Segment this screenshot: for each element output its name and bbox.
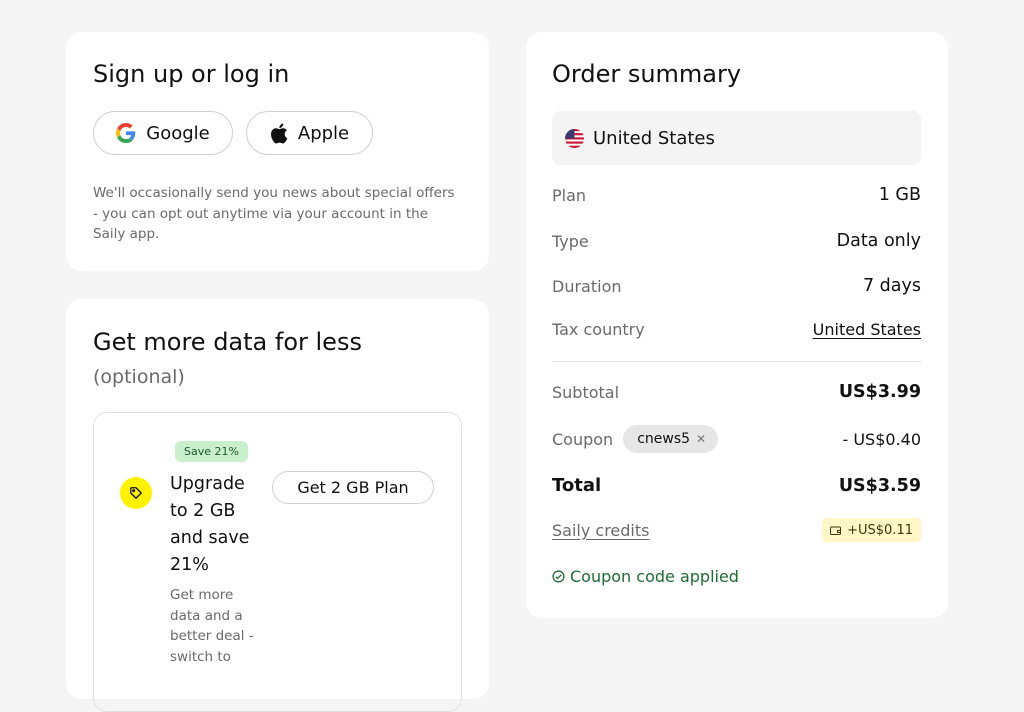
upgrade-offer-card: Save 21% Upgrade to 2 GB and save 21% Ge… [93, 412, 462, 712]
duration-value: 7 days [862, 276, 921, 296]
coupon-chip: cnews5 ✕ [623, 425, 719, 453]
order-summary-card: Order summary United States Plan 1 GB Ty… [526, 32, 948, 618]
save-badge: Save 21% [175, 441, 248, 462]
plan-row: Plan 1 GB [552, 185, 921, 205]
tag-icon [130, 487, 142, 499]
coupon-row: Coupon cnews5 ✕ - US$0.40 [552, 425, 921, 453]
coupon-applied-message: Coupon code applied [552, 567, 739, 586]
upsell-title: Get more data for less [93, 328, 362, 356]
duration-row: Duration 7 days [552, 276, 921, 296]
google-icon [116, 123, 136, 143]
signup-title: Sign up or log in [93, 60, 290, 88]
apple-signin-button[interactable]: Apple [246, 111, 373, 155]
us-flag-icon [565, 128, 584, 148]
tax-country-row: Tax country United States [552, 320, 921, 339]
country-selector[interactable]: United States [552, 111, 921, 165]
credits-badge: +US$0.11 [822, 518, 921, 542]
duration-label: Duration [552, 276, 622, 296]
order-summary-title: Order summary [552, 60, 742, 88]
subtotal-label: Subtotal [552, 382, 620, 402]
apple-icon [270, 123, 288, 143]
upsell-card: Get more data for less (optional) Save 2… [66, 299, 489, 712]
coupon-label: Coupon [552, 429, 614, 449]
type-row: Type Data only [552, 231, 921, 251]
get-2gb-plan-button[interactable]: Get 2 GB Plan [272, 471, 434, 504]
summary-divider [552, 361, 921, 362]
coupon-applied-text: Coupon code applied [570, 567, 739, 586]
check-circle-icon [552, 570, 565, 583]
total-label: Total [552, 475, 602, 496]
country-name: United States [593, 127, 715, 149]
plan-value: 1 GB [878, 185, 921, 205]
subtotal-row: Subtotal US$3.99 [552, 382, 921, 402]
total-row: Total US$3.59 [552, 475, 921, 496]
wallet-icon [830, 526, 842, 535]
credits-value: +US$0.11 [847, 522, 913, 538]
close-icon[interactable]: ✕ [696, 432, 706, 446]
coupon-discount-value: - US$0.40 [842, 429, 921, 449]
plan-label: Plan [552, 185, 587, 205]
upsell-subtitle: (optional) [93, 366, 185, 388]
tag-icon-badge [120, 477, 152, 509]
saily-credits-link[interactable]: Saily credits [552, 521, 649, 540]
subtotal-value: US$3.99 [838, 382, 921, 402]
type-value: Data only [836, 231, 921, 251]
google-label: Google [146, 122, 210, 144]
type-label: Type [552, 231, 589, 251]
apple-label: Apple [297, 122, 350, 144]
coupon-code: cnews5 [637, 431, 691, 447]
total-value: US$3.59 [838, 475, 921, 496]
saily-credits-row: Saily credits +US$0.11 [552, 518, 921, 542]
marketing-notice: We'll occasionally send you news about s… [93, 185, 455, 242]
tax-country-label: Tax country [552, 320, 645, 339]
google-signin-button[interactable]: Google [93, 111, 233, 155]
signup-card: Sign up or log in Google Apple We'll occ… [66, 32, 489, 271]
upgrade-offer-description: Get more data and a better deal - switch… [170, 587, 254, 665]
tax-country-link[interactable]: United States [813, 320, 921, 339]
upgrade-offer-title: Upgrade to 2 GB and save 21% [170, 474, 250, 575]
